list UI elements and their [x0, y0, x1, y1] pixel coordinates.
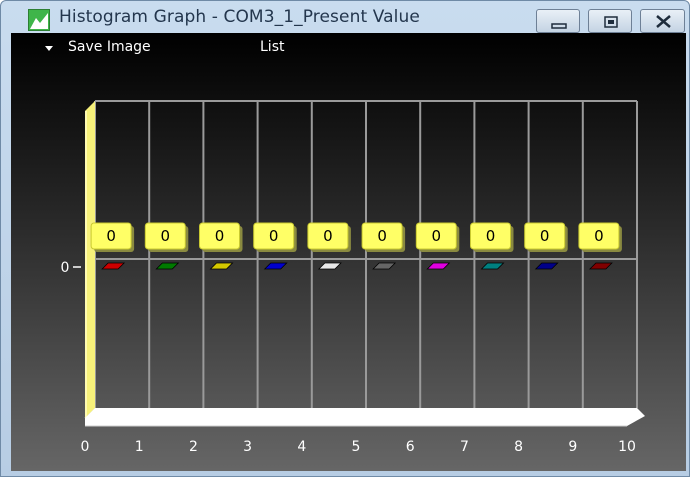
- x-tick-label: 0: [81, 439, 90, 455]
- histogram-bar: [155, 262, 180, 270]
- value-label: 0: [540, 227, 550, 245]
- close-button[interactable]: [640, 9, 685, 33]
- value-label: 0: [161, 227, 171, 245]
- histogram-bar: [101, 262, 126, 270]
- value-label: 0: [594, 227, 604, 245]
- minimize-icon: [551, 23, 567, 29]
- x-tick-label: 1: [135, 439, 144, 455]
- histogram-bar: [263, 262, 288, 270]
- histogram-app-icon: [28, 9, 50, 31]
- x-tick-label: 7: [460, 439, 469, 455]
- x-tick-label: 4: [297, 439, 306, 455]
- x-tick-label: 9: [568, 439, 577, 455]
- histogram-bar: [534, 262, 559, 270]
- x-tick-label: 6: [406, 439, 415, 455]
- x-tick-label: 10: [618, 439, 636, 455]
- title-bar[interactable]: Histogram Graph - COM3_1_Present Value: [1, 1, 690, 33]
- value-label: 0: [106, 227, 116, 245]
- y-tick-label: 0: [61, 260, 70, 276]
- histogram-bar: [426, 262, 451, 270]
- x-tick-label: 5: [352, 439, 361, 455]
- histogram-bar: [480, 262, 505, 270]
- value-label: 0: [215, 227, 225, 245]
- value-label: 0: [432, 227, 442, 245]
- close-icon: [656, 15, 671, 28]
- histogram-chart: 0 0 1 2 3 4 5 6 7 8 9 10 0 0 0 0 0 0 0 0 0 0: [61, 100, 645, 455]
- value-label: 0: [486, 227, 496, 245]
- x-tick-label: 3: [243, 439, 252, 455]
- window-title: Histogram Graph - COM3_1_Present Value: [59, 7, 420, 27]
- x-tick-label: 8: [514, 439, 523, 455]
- histogram-bar: [209, 262, 234, 270]
- histogram-bar: [588, 262, 613, 270]
- histogram-window: Histogram Graph - COM3_1_Present Value S…: [0, 0, 690, 477]
- chart-area: Save Image List 0 0 1 2 3 4 5 6 7 8 9 10 0 0 0 0 0 0 0 0 0 0: [11, 33, 686, 471]
- histogram-bar: [372, 262, 397, 270]
- restore-icon: [604, 16, 618, 28]
- x-tick-label: 2: [189, 439, 198, 455]
- restore-button[interactable]: [588, 9, 632, 33]
- histogram-bar: [317, 262, 342, 270]
- floor: [85, 408, 645, 426]
- minimize-button[interactable]: [536, 9, 580, 33]
- value-label: 0: [377, 227, 387, 245]
- value-label: 0: [323, 227, 333, 245]
- value-label: 0: [269, 227, 279, 245]
